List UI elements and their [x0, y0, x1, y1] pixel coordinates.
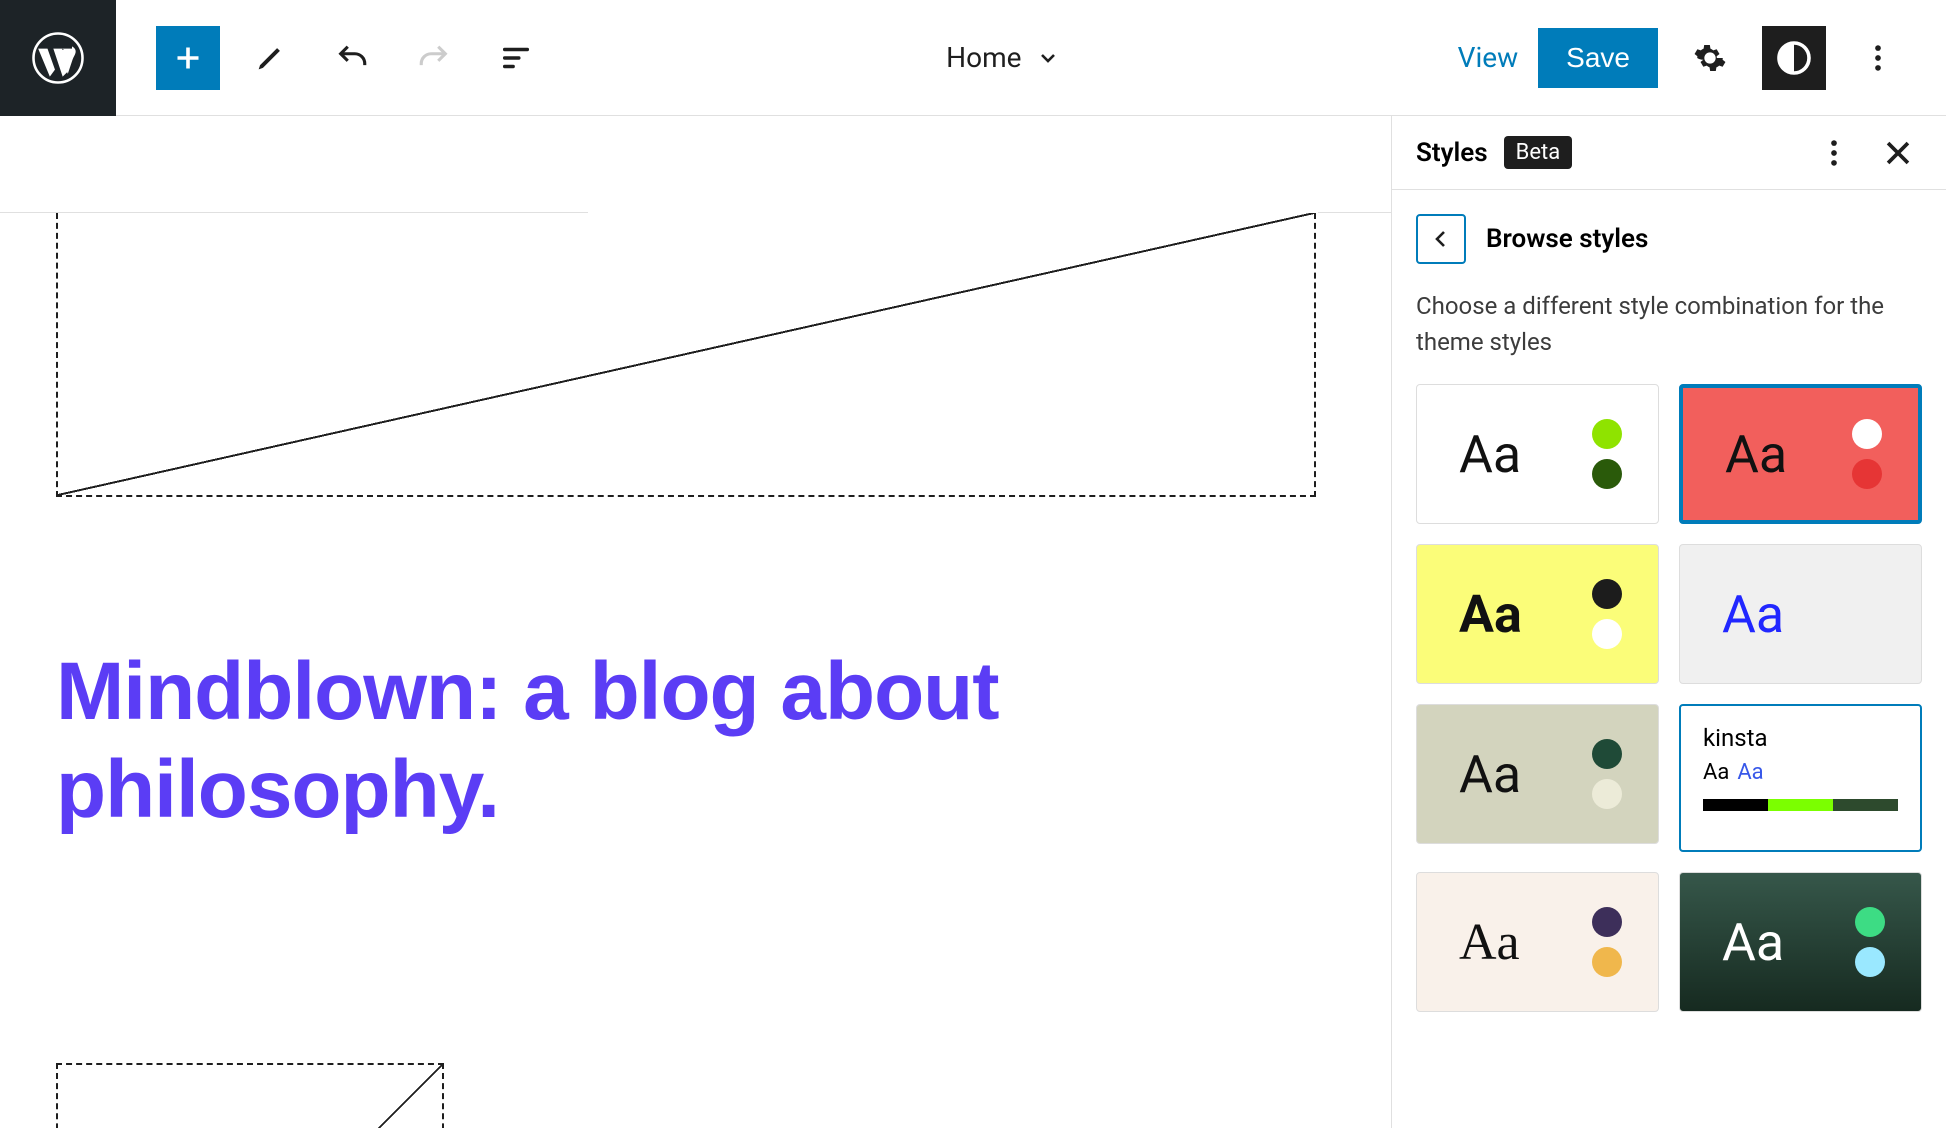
style-preview-aa: Aa	[1459, 584, 1522, 645]
sidebar-section-title: Browse styles	[1486, 224, 1648, 254]
style-preview-aa: Aa	[1459, 913, 1520, 972]
add-block-button[interactable]	[156, 26, 220, 90]
more-options-icon[interactable]	[1846, 26, 1910, 90]
editor-toolbar: Home View Save	[0, 0, 1946, 116]
styles-sidebar: Styles Beta Browse styles Choose a diffe…	[1392, 116, 1946, 1128]
template-selector[interactable]: Home	[548, 41, 1458, 74]
post-heading[interactable]: Mindblown: a blog about philosophy.	[56, 643, 1056, 840]
style-variation-darkgreen[interactable]: Aa	[1679, 872, 1922, 1012]
sidebar-title: Styles	[1416, 138, 1488, 168]
edit-tool-icon[interactable]	[238, 26, 302, 90]
wordpress-logo-icon[interactable]	[0, 0, 116, 116]
save-button[interactable]: Save	[1538, 28, 1658, 88]
undo-icon[interactable]	[320, 26, 384, 90]
editor-canvas[interactable]: Mindblown: a blog about philosophy.	[0, 116, 1392, 1128]
template-name: Home	[946, 41, 1021, 74]
style-variation-grey[interactable]: Aa	[1679, 544, 1922, 684]
style-preview-aa: Aa	[1722, 584, 1784, 645]
beta-badge: Beta	[1504, 136, 1573, 169]
style-variation-yellow[interactable]: Aa	[1416, 544, 1659, 684]
style-preview-aa-small-accent: Aa	[1737, 760, 1763, 785]
view-link[interactable]: View	[1458, 41, 1519, 74]
style-preview-aa: Aa	[1459, 424, 1521, 485]
style-preview-aa: Aa	[1459, 744, 1521, 805]
style-variation-olive[interactable]: Aa	[1416, 704, 1659, 844]
style-variation-default[interactable]: Aa	[1416, 384, 1659, 524]
style-variation-name: kinsta	[1703, 724, 1898, 752]
palette-preview	[1703, 799, 1898, 811]
style-preview-aa-small: Aa	[1703, 760, 1729, 785]
styles-panel-toggle-icon[interactable]	[1762, 26, 1826, 90]
style-variation-red[interactable]: Aa	[1679, 384, 1922, 524]
chevron-down-icon	[1036, 46, 1060, 70]
settings-icon[interactable]	[1678, 26, 1742, 90]
style-variations-grid: Aa Aa Aa Aa Aa kinsta	[1392, 384, 1946, 1012]
style-variation-cream[interactable]: Aa	[1416, 872, 1659, 1012]
image-placeholder-block[interactable]	[56, 1063, 444, 1128]
sidebar-description: Choose a different style combination for…	[1392, 288, 1946, 384]
image-placeholder-block[interactable]	[56, 213, 1316, 497]
sidebar-more-icon[interactable]	[1810, 129, 1858, 177]
redo-icon[interactable]	[402, 26, 466, 90]
list-view-icon[interactable]	[484, 26, 548, 90]
style-preview-aa: Aa	[1722, 912, 1784, 973]
close-icon[interactable]	[1874, 129, 1922, 177]
style-variation-kinsta[interactable]: kinsta Aa Aa	[1679, 704, 1922, 852]
back-button[interactable]	[1416, 214, 1466, 264]
style-preview-aa: Aa	[1725, 424, 1787, 485]
chevron-left-icon	[1429, 227, 1453, 251]
